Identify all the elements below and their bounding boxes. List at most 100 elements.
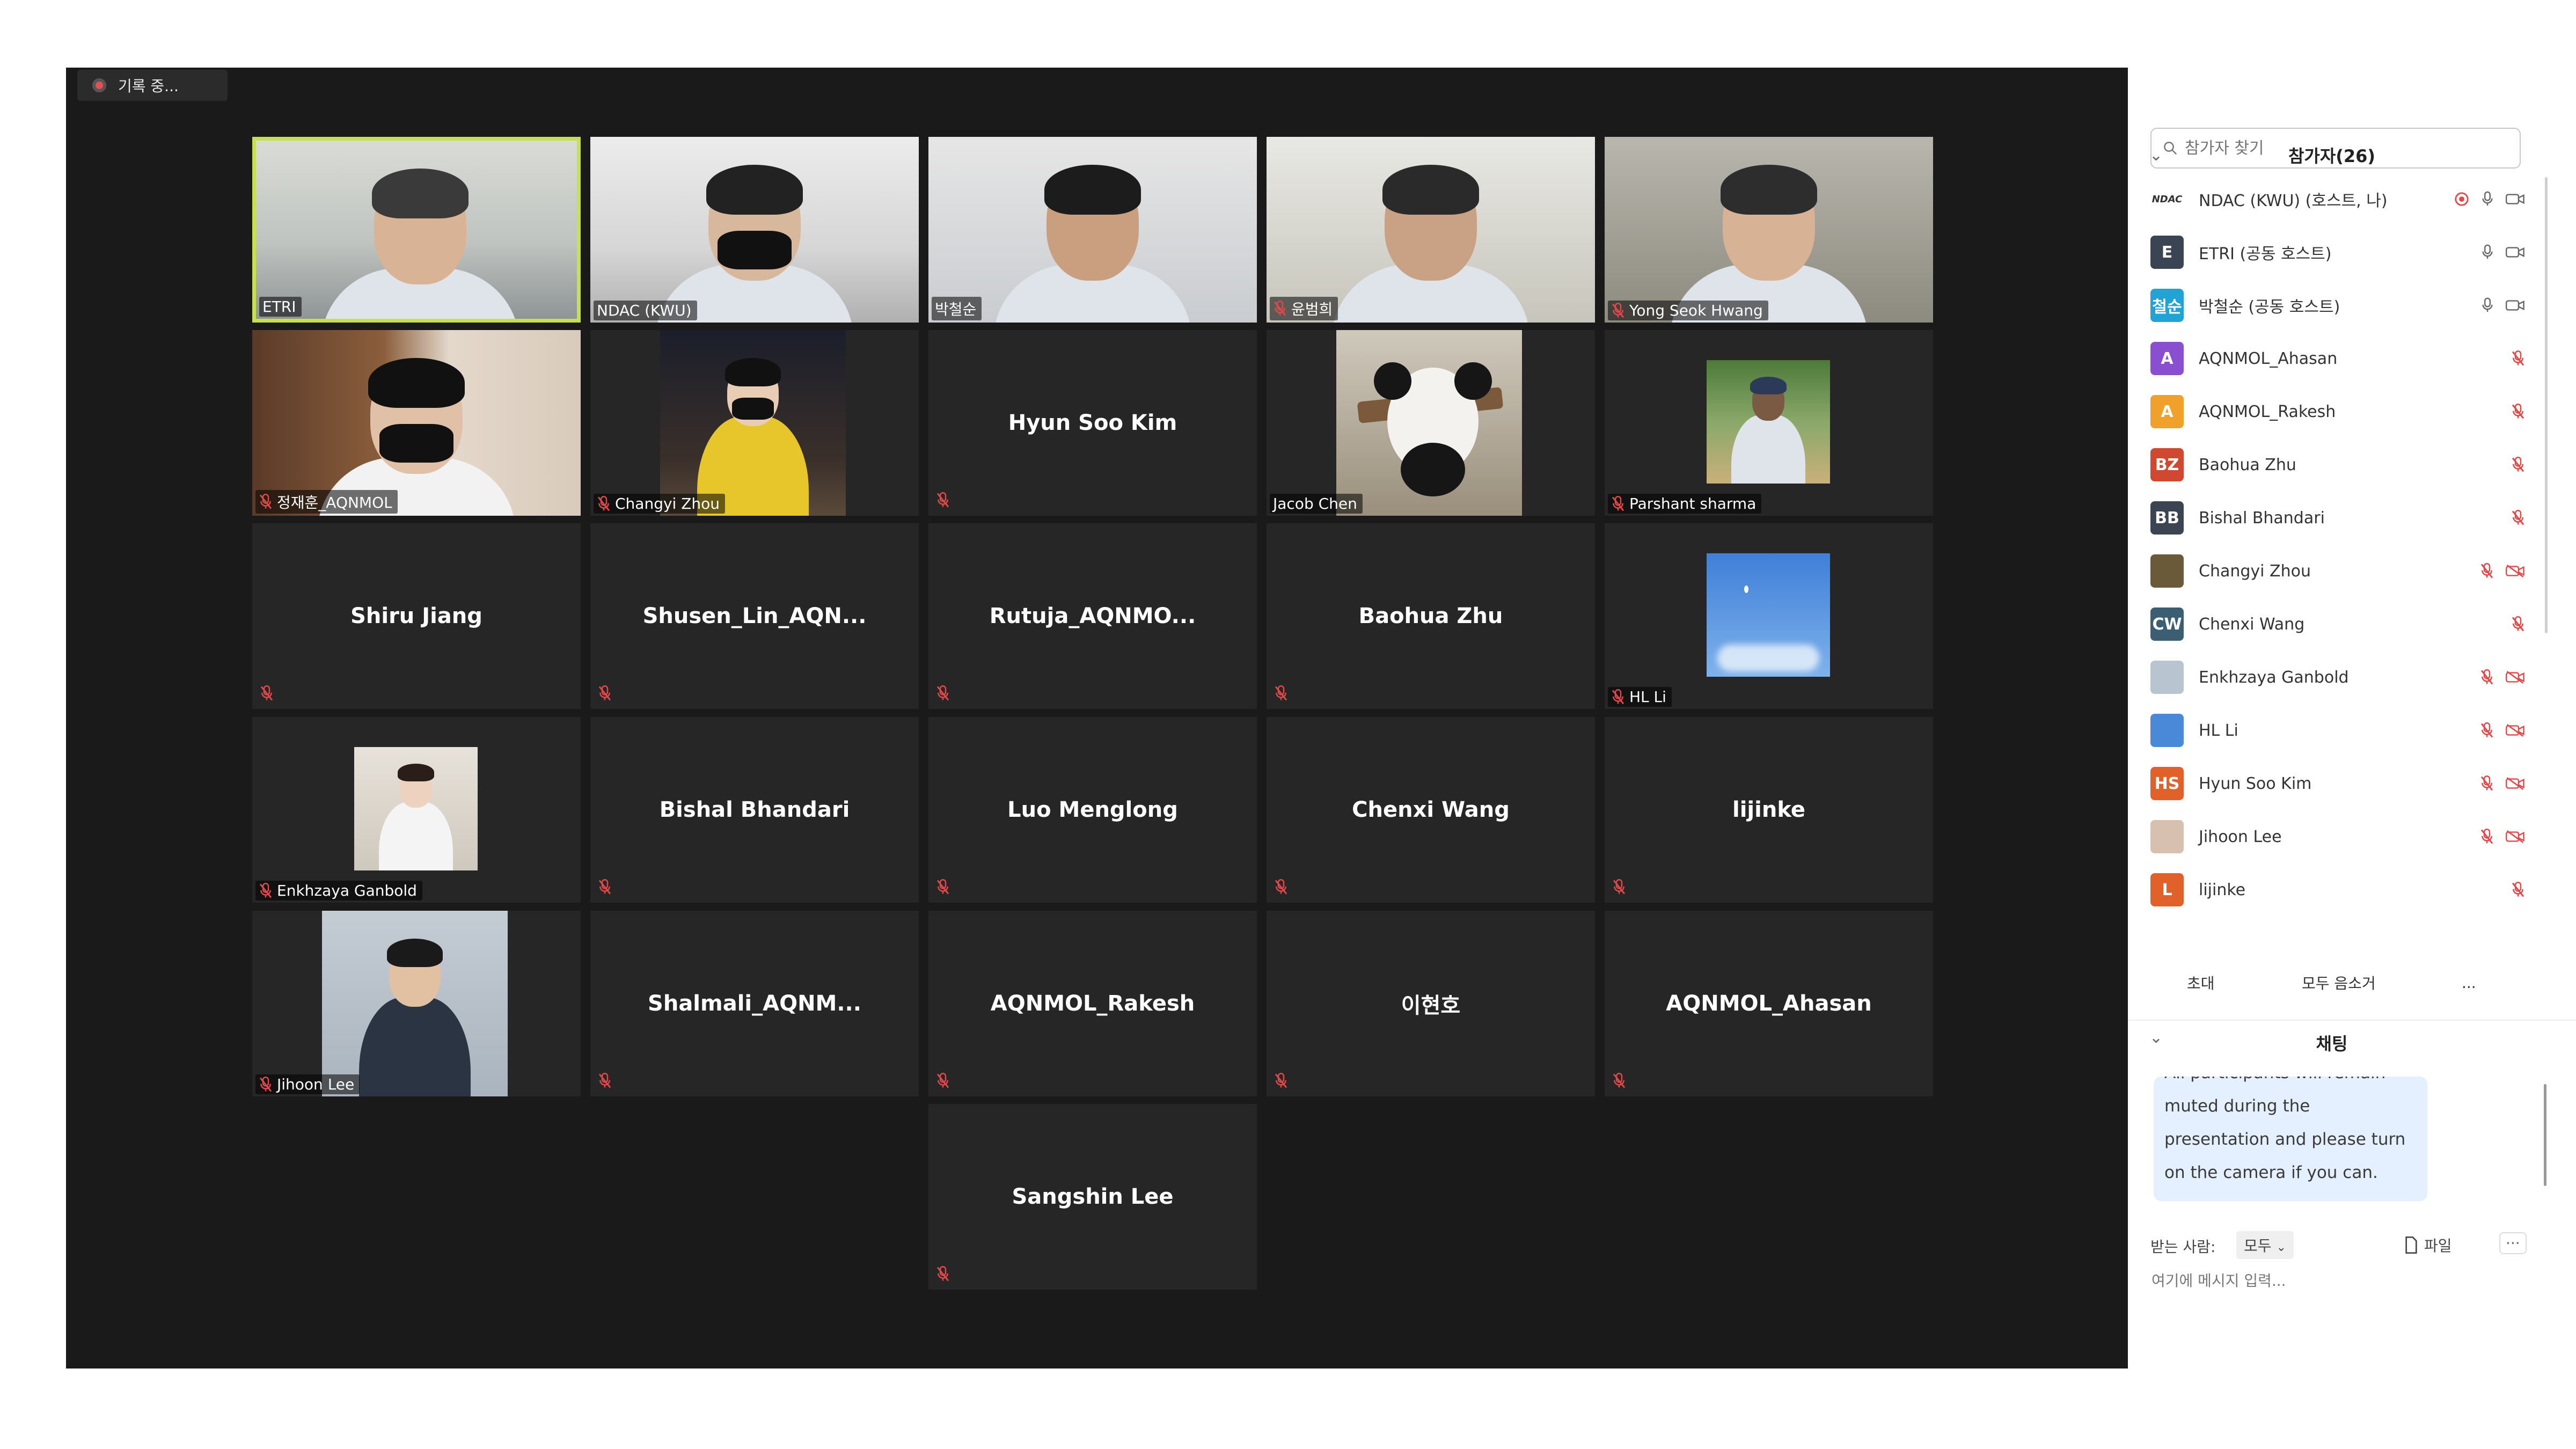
recipient-select[interactable]: 모두 ⌄: [2236, 1231, 2294, 1259]
camera-off-icon[interactable]: [2506, 830, 2525, 844]
mic-muted-icon: [936, 1073, 949, 1088]
recording-indicator[interactable]: 기록 중...: [77, 70, 228, 101]
mic-muted-icon[interactable]: [2480, 829, 2494, 845]
video-tile[interactable]: Luo Menglong: [928, 717, 1257, 903]
video-tile[interactable]: Parshant sharma: [1605, 330, 1933, 516]
video-tile[interactable]: NDAC (KWU): [590, 137, 919, 323]
video-tile[interactable]: 정재훈_AQNMOL: [252, 330, 581, 516]
participant-list-name: Hyun Soo Kim: [2199, 774, 2312, 793]
mic-muted-icon: [936, 1266, 949, 1282]
participant-video: [256, 141, 577, 319]
video-tile[interactable]: HL Li: [1605, 523, 1933, 709]
video-tile[interactable]: AQNMOL_Rakesh: [928, 911, 1257, 1096]
video-tile[interactable]: Chenxi Wang: [1267, 717, 1595, 903]
video-tile[interactable]: Jihoon Lee: [252, 911, 581, 1096]
participant-list-scrollbar[interactable]: [2545, 177, 2548, 633]
chat-message-input[interactable]: [2150, 1267, 2518, 1294]
participant-row[interactable]: BZ Baohua Zhu: [2128, 438, 2546, 491]
mic-muted-icon[interactable]: [2480, 669, 2494, 685]
participant-name: 박철순: [935, 301, 977, 318]
participant-row[interactable]: Changyi Zhou: [2128, 545, 2546, 597]
video-tile[interactable]: Hyun Soo Kim: [928, 330, 1257, 516]
camera-off-icon[interactable]: [2506, 777, 2525, 791]
chat-scrollbar[interactable]: [2544, 1084, 2546, 1186]
participant-row[interactable]: A AQNMOL_Ahasan: [2128, 332, 2546, 385]
mic-muted-icon[interactable]: [2511, 350, 2525, 367]
video-tile[interactable]: lijinke: [1605, 717, 1933, 903]
video-tile[interactable]: Shiru Jiang: [252, 523, 581, 709]
participant-row[interactable]: NDAC NDAC (KWU) (호스트, 나): [2128, 173, 2546, 225]
participant-row[interactable]: Enkhzaya Ganbold: [2128, 651, 2546, 704]
search-input[interactable]: [2184, 138, 2508, 158]
participant-name: Bishal Bhandari: [659, 797, 850, 822]
mute-indicator: [936, 492, 950, 510]
video-tile[interactable]: Baohua Zhu: [1267, 523, 1595, 709]
video-tile[interactable]: ETRI: [252, 137, 581, 323]
participant-name-tag: 윤범희: [1270, 297, 1338, 320]
participant-list-name: lijinke: [2199, 880, 2246, 899]
mic-icon[interactable]: [2481, 297, 2494, 313]
mic-muted-icon[interactable]: [2480, 775, 2494, 792]
participant-video: [252, 330, 581, 516]
video-tile[interactable]: Changyi Zhou: [590, 330, 919, 516]
mic-icon[interactable]: [2481, 244, 2494, 260]
participant-search[interactable]: [2150, 128, 2521, 169]
more-options-button[interactable]: ...: [2458, 968, 2479, 998]
participant-row[interactable]: A AQNMOL_Rakesh: [2128, 385, 2546, 438]
participant-row[interactable]: E ETRI (공동 호스트): [2128, 226, 2546, 279]
video-tile[interactable]: Bishal Bhandari: [590, 717, 919, 903]
chat-more-button[interactable]: ···: [2499, 1232, 2527, 1254]
camera-icon[interactable]: [2506, 245, 2525, 259]
chat-message-line: presentation and please turn: [2164, 1130, 2406, 1149]
mute-all-button[interactable]: 모두 음소거: [2299, 968, 2379, 998]
video-tile[interactable]: Enkhzaya Ganbold: [252, 717, 581, 903]
participant-list-name: NDAC (KWU) (호스트, 나): [2199, 192, 2388, 210]
mic-muted-icon[interactable]: [2480, 722, 2494, 738]
camera-icon[interactable]: [2506, 298, 2525, 312]
participant-row[interactable]: HL Li: [2128, 704, 2546, 757]
mic-muted-icon: [1274, 301, 1286, 316]
participant-name: 이현호: [1401, 993, 1461, 1018]
video-tile[interactable]: Sangshin Lee: [928, 1104, 1257, 1290]
file-button[interactable]: 파일: [2404, 1234, 2452, 1256]
video-tile[interactable]: AQNMOL_Ahasan: [1605, 911, 1933, 1096]
video-tile[interactable]: Shusen_Lin_AQN...: [590, 523, 919, 709]
participant-status-icons: [2511, 882, 2525, 898]
mic-muted-icon[interactable]: [2511, 882, 2525, 898]
video-tile[interactable]: Yong Seok Hwang: [1605, 137, 1933, 323]
video-tile[interactable]: 윤범희: [1267, 137, 1595, 323]
video-tile[interactable]: Shalmali_AQNM...: [590, 911, 919, 1096]
mic-muted-icon[interactable]: [2511, 404, 2525, 420]
avatar: 철순: [2150, 289, 2184, 322]
participant-name-tag: Jihoon Lee: [255, 1074, 360, 1094]
participant-row[interactable]: HS Hyun Soo Kim: [2128, 757, 2546, 810]
file-label: 파일: [2424, 1237, 2452, 1255]
avatar: BZ: [2150, 448, 2184, 481]
mic-muted-icon[interactable]: [2511, 616, 2525, 632]
video-tile[interactable]: 박철순: [928, 137, 1257, 323]
participant-status-icons: [2481, 244, 2525, 260]
participant-name-tag: Jacob Chen: [1270, 494, 1363, 514]
participant-row[interactable]: LMLuo Menglong: [2128, 917, 2546, 924]
participant-name-tag: Changyi Zhou: [594, 494, 726, 514]
participant-video: [1605, 137, 1933, 323]
participant-row[interactable]: 철순 박철순 (공동 호스트): [2128, 279, 2546, 332]
camera-off-icon[interactable]: [2506, 670, 2525, 684]
participant-list: NDAC NDAC (KWU) (호스트, 나) E ETRI (공동 호스트) 철순 박…: [2128, 173, 2546, 924]
video-tile[interactable]: Rutuja_AQNMO...: [928, 523, 1257, 709]
camera-off-icon[interactable]: [2506, 723, 2525, 737]
camera-off-icon[interactable]: [2506, 564, 2525, 578]
participant-row[interactable]: Jihoon Lee: [2128, 810, 2546, 863]
video-tile[interactable]: 이현호: [1267, 911, 1595, 1096]
mic-muted-icon[interactable]: [2511, 510, 2525, 526]
mic-icon[interactable]: [2481, 191, 2494, 207]
participant-row[interactable]: BB Bishal Bhandari: [2128, 492, 2546, 544]
mic-muted-icon[interactable]: [2480, 563, 2494, 579]
camera-icon[interactable]: [2506, 192, 2525, 206]
mic-muted-icon[interactable]: [2511, 457, 2525, 473]
participant-row[interactable]: Llijinke: [2128, 863, 2546, 916]
participant-name: AQNMOL_Ahasan: [1666, 991, 1872, 1016]
video-tile[interactable]: Jacob Chen: [1267, 330, 1595, 516]
invite-button[interactable]: 초대: [2184, 968, 2218, 998]
participant-row[interactable]: CW Chenxi Wang: [2128, 598, 2546, 650]
